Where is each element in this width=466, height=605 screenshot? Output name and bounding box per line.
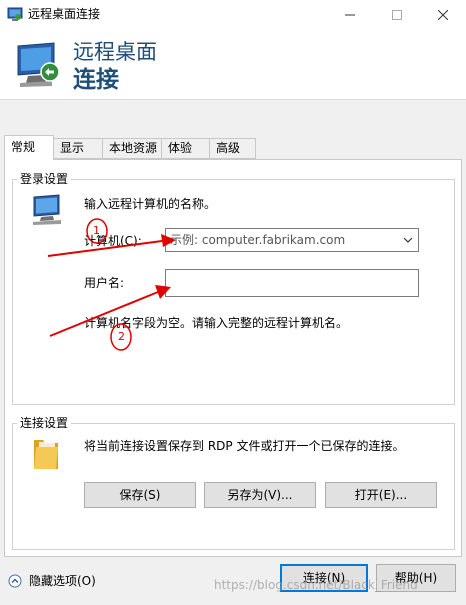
chevron-up-circle-icon [8,574,22,587]
tab-advanced[interactable]: 高级 [209,138,256,159]
watermark-text: https://blog.csdn.net/Black_Friend [214,578,418,592]
header-banner [0,30,466,100]
window-title: 远程桌面连接 [28,7,101,21]
computer-icon [33,194,61,225]
minimize-button[interactable] [327,0,373,30]
save-button[interactable]: 保存(S) [84,482,196,508]
tab-display[interactable]: 显示 [53,138,103,159]
minimize-icon [345,14,355,16]
banner-subtitle: 连接 [73,67,119,93]
hide-options-toggle[interactable]: 隐藏选项(O) [8,572,96,589]
computer-placeholder: 示例: computer.fabrikam.com [170,233,346,247]
instruction-text: 输入远程计算机的名称。 [84,197,217,211]
hint-text: 计算机名字段为空。请输入完整的远程计算机名。 [84,316,349,330]
banner-title: 远程桌面 [73,40,157,64]
computer-label: 计算机(C): [84,234,142,248]
rdp-monitor-icon [7,7,23,21]
connection-description: 将当前连接设置保存到 RDP 文件或打开一个已保存的连接。 [84,439,405,453]
folder-icon [34,440,58,469]
maximize-button[interactable] [374,0,420,30]
tab-local-resources[interactable]: 本地资源 [102,138,162,159]
maximize-icon [392,10,402,20]
tab-general[interactable]: 常规 [4,135,54,160]
username-label: 用户名: [84,276,125,290]
rdp-monitor-icon [17,42,60,87]
chevron-down-icon[interactable] [403,234,413,246]
close-icon [438,10,448,20]
login-settings-title: 登录设置 [17,172,72,186]
close-button[interactable] [420,0,466,30]
connection-settings-title: 连接设置 [17,416,72,430]
username-input[interactable] [165,269,419,297]
save-as-button[interactable]: 另存为(V)... [204,482,316,508]
computer-combobox[interactable]: 示例: computer.fabrikam.com [165,228,419,252]
hide-options-label: 隐藏选项(O) [29,574,96,588]
tab-experience[interactable]: 体验 [161,138,210,159]
open-button[interactable]: 打开(E)... [325,482,437,508]
